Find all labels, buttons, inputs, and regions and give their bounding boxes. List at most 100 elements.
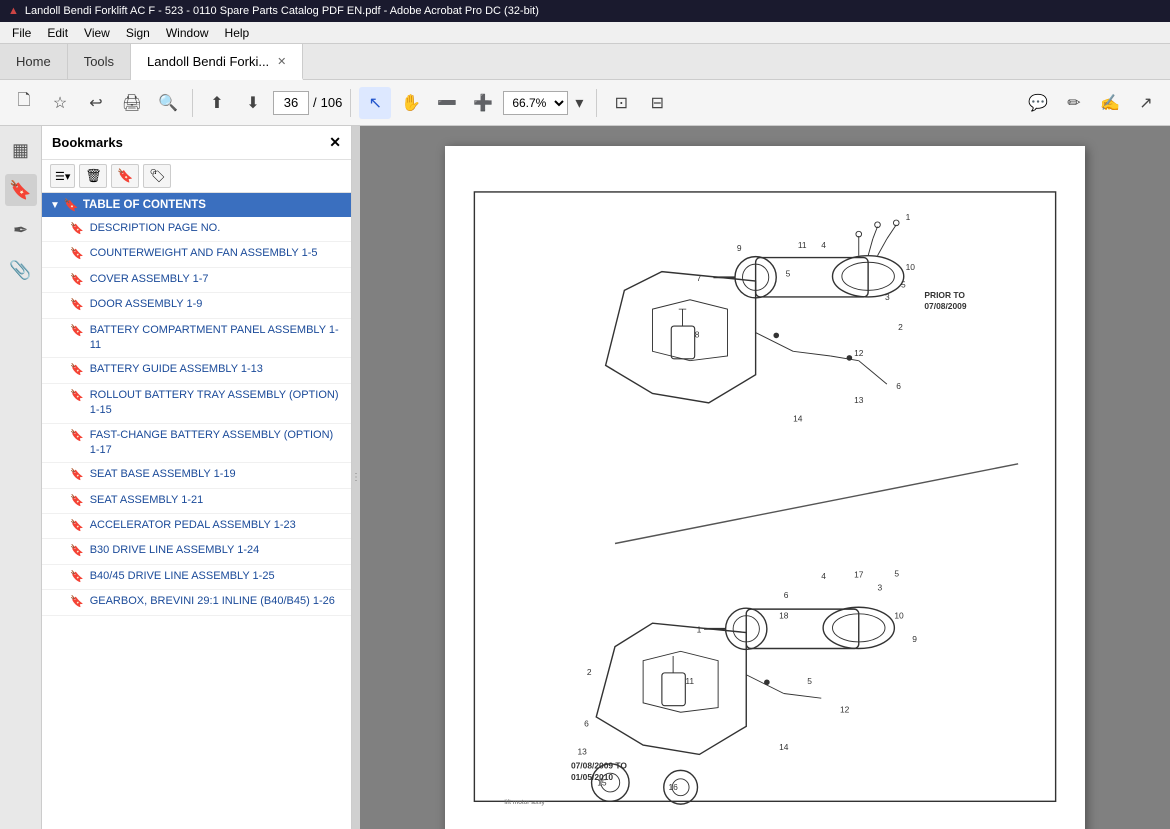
tab-close-button[interactable]: ✕ xyxy=(277,55,286,68)
bookmarks-title: Bookmarks xyxy=(52,135,123,150)
hand-tool[interactable]: ✋ xyxy=(395,87,427,119)
comment-button[interactable]: 💬 xyxy=(1022,87,1054,119)
bm-icon-4: 🔖 xyxy=(70,324,84,339)
menu-help[interactable]: Help xyxy=(217,26,258,40)
tab-tools-label: Tools xyxy=(84,54,114,69)
bm-item-3[interactable]: 🔖 DOOR ASSEMBLY 1-9 xyxy=(42,293,351,318)
markup-button[interactable]: ✍ xyxy=(1094,87,1126,119)
menu-window[interactable]: Window xyxy=(158,26,217,40)
prev-page-button[interactable]: ⬆ xyxy=(201,87,233,119)
bookmarks-add-btn[interactable]: 🔖 xyxy=(111,164,139,188)
svg-text:10: 10 xyxy=(906,262,916,272)
svg-text:PRIOR TO: PRIOR TO xyxy=(924,290,965,300)
bm-item-2[interactable]: 🔖 COVER ASSEMBLY 1-7 xyxy=(42,268,351,293)
svg-text:5: 5 xyxy=(901,280,906,290)
bm-icon-10: 🔖 xyxy=(70,519,84,534)
bookmarks-options-dropdown[interactable]: ☰ ▾ xyxy=(50,164,75,188)
svg-text:17: 17 xyxy=(854,569,864,579)
bookmarks-icon-btn[interactable]: 🔖 xyxy=(5,174,37,206)
bm-item-11[interactable]: 🔖 B30 DRIVE LINE ASSEMBLY 1-24 xyxy=(42,539,351,564)
bm-icon-1: 🔖 xyxy=(70,247,84,262)
bm-label-0: DESCRIPTION PAGE NO. xyxy=(90,221,221,236)
bm-label-10: ACCELERATOR PEDAL ASSEMBLY 1-23 xyxy=(90,518,296,533)
root-label: TABLE OF CONTENTS xyxy=(83,199,206,211)
bookmark-add-button[interactable]: ☆ xyxy=(44,87,76,119)
next-page-button[interactable]: ⬇ xyxy=(237,87,269,119)
svg-text:3: 3 xyxy=(878,582,883,592)
bm-item-13[interactable]: 🔖 GEARBOX, BREVINI 29:1 INLINE (B40/B45)… xyxy=(42,590,351,615)
zoom-select[interactable]: 66.7% xyxy=(503,91,568,115)
bm-item-9[interactable]: 🔖 SEAT ASSEMBLY 1-21 xyxy=(42,489,351,514)
bm-icon-6: 🔖 xyxy=(70,389,84,404)
svg-text:11: 11 xyxy=(798,240,807,250)
svg-text:18: 18 xyxy=(779,611,789,621)
svg-text:5: 5 xyxy=(894,568,899,578)
svg-text:2: 2 xyxy=(587,667,592,677)
bm-item-5[interactable]: 🔖 BATTERY GUIDE ASSEMBLY 1-13 xyxy=(42,358,351,383)
bm-label-9: SEAT ASSEMBLY 1-21 xyxy=(90,493,204,508)
bm-item-0[interactable]: 🔖 DESCRIPTION PAGE NO. xyxy=(42,217,351,242)
svg-text:5: 5 xyxy=(786,268,791,278)
bm-label-4: BATTERY COMPARTMENT PANEL ASSEMBLY 1-11 xyxy=(90,323,343,354)
page-navigation: 36 / 106 xyxy=(273,91,342,115)
bm-item-10[interactable]: 🔖 ACCELERATOR PEDAL ASSEMBLY 1-23 xyxy=(42,514,351,539)
page-input[interactable]: 36 xyxy=(273,91,309,115)
bookmarks-toolbar: ☰ ▾ 🗑 🔖 🏷 xyxy=(42,160,351,193)
svg-text:lift motor assy: lift motor assy xyxy=(504,799,545,806)
bm-item-1[interactable]: 🔖 COUNTERWEIGHT AND FAN ASSEMBLY 1-5 xyxy=(42,242,351,267)
zoom-dropdown-btn[interactable]: ▾ xyxy=(570,87,588,119)
main-content: ▦ 🔖 ✒ 📎 Bookmarks ✕ ☰ ▾ 🗑 🔖 🏷 ▼ 🔖 TABLE … xyxy=(0,126,1170,829)
pages-icon-btn[interactable]: ▦ xyxy=(5,134,37,166)
bm-item-12[interactable]: 🔖 B40/45 DRIVE LINE ASSEMBLY 1-25 xyxy=(42,565,351,590)
search-button[interactable]: 🔍 xyxy=(152,87,184,119)
cursor-tool[interactable]: ↖ xyxy=(359,87,391,119)
attachments-icon-btn[interactable]: 📎 xyxy=(5,254,37,286)
menu-view[interactable]: View xyxy=(76,26,118,40)
bookmarks-dropdown-icon: ☰ xyxy=(55,170,65,183)
svg-text:07/08/2009: 07/08/2009 xyxy=(924,301,966,311)
share-button[interactable]: ↗ xyxy=(1130,87,1162,119)
pdf-viewing-area[interactable]: 10 1 4 11 9 5 3 5 7 2 xyxy=(360,126,1170,829)
svg-text:11: 11 xyxy=(685,676,694,686)
bm-item-7[interactable]: 🔖 FAST-CHANGE BATTERY ASSEMBLY (OPTION) … xyxy=(42,424,351,464)
bm-icon-2: 🔖 xyxy=(70,273,84,288)
bookmarks-panel: Bookmarks ✕ ☰ ▾ 🗑 🔖 🏷 ▼ 🔖 TABLE OF CONTE… xyxy=(42,126,352,829)
menu-sign[interactable]: Sign xyxy=(118,26,158,40)
print-button[interactable]: 🖨 xyxy=(116,87,148,119)
svg-text:4: 4 xyxy=(821,240,826,250)
zoom-in-button[interactable]: ➕ xyxy=(467,87,499,119)
svg-text:1: 1 xyxy=(697,625,702,635)
panel-splitter[interactable]: ⋮ xyxy=(352,126,360,829)
svg-text:01/05/2010: 01/05/2010 xyxy=(571,772,613,782)
bm-label-8: SEAT BASE ASSEMBLY 1-19 xyxy=(90,467,236,482)
menu-edit[interactable]: Edit xyxy=(39,26,76,40)
highlight-button[interactable]: ✏ xyxy=(1058,87,1090,119)
bm-label-7: FAST-CHANGE BATTERY ASSEMBLY (OPTION) 1-… xyxy=(90,428,343,459)
bm-item-8[interactable]: 🔖 SEAT BASE ASSEMBLY 1-19 xyxy=(42,463,351,488)
tab-tools[interactable]: Tools xyxy=(68,44,131,79)
tab-bar: Home Tools Landoll Bendi Forki... ✕ xyxy=(0,44,1170,80)
bookmarks-close-btn[interactable]: ✕ xyxy=(329,134,341,151)
bookmarks-delete-btn[interactable]: 🗑 xyxy=(79,164,107,188)
svg-text:6: 6 xyxy=(896,381,901,391)
fit-width-button[interactable]: ⊟ xyxy=(641,87,673,119)
bookmarks-tag-btn[interactable]: 🏷 xyxy=(143,164,171,188)
back-button[interactable]: ↩ xyxy=(80,87,112,119)
svg-text:2: 2 xyxy=(898,322,903,332)
bm-label-3: DOOR ASSEMBLY 1-9 xyxy=(90,297,203,312)
new-button[interactable]: 🗋 xyxy=(8,87,40,119)
bookmarks-root-item[interactable]: ▼ 🔖 TABLE OF CONTENTS xyxy=(42,193,351,217)
pdf-page: 10 1 4 11 9 5 3 5 7 2 xyxy=(445,146,1085,829)
separator-2 xyxy=(350,89,351,117)
signatures-icon-btn[interactable]: ✒ xyxy=(5,214,37,246)
sidebar-icons: ▦ 🔖 ✒ 📎 xyxy=(0,126,42,829)
bm-item-6[interactable]: 🔖 ROLLOUT BATTERY TRAY ASSEMBLY (OPTION)… xyxy=(42,384,351,424)
svg-text:3: 3 xyxy=(885,292,890,302)
fit-page-button[interactable]: ⊡ xyxy=(605,87,637,119)
bm-item-4[interactable]: 🔖 BATTERY COMPARTMENT PANEL ASSEMBLY 1-1… xyxy=(42,319,351,359)
menu-file[interactable]: File xyxy=(4,26,39,40)
svg-text:16: 16 xyxy=(668,782,678,792)
tab-home[interactable]: Home xyxy=(0,44,68,79)
zoom-out-button[interactable]: ➖ xyxy=(431,87,463,119)
tab-document[interactable]: Landoll Bendi Forki... ✕ xyxy=(131,44,303,80)
